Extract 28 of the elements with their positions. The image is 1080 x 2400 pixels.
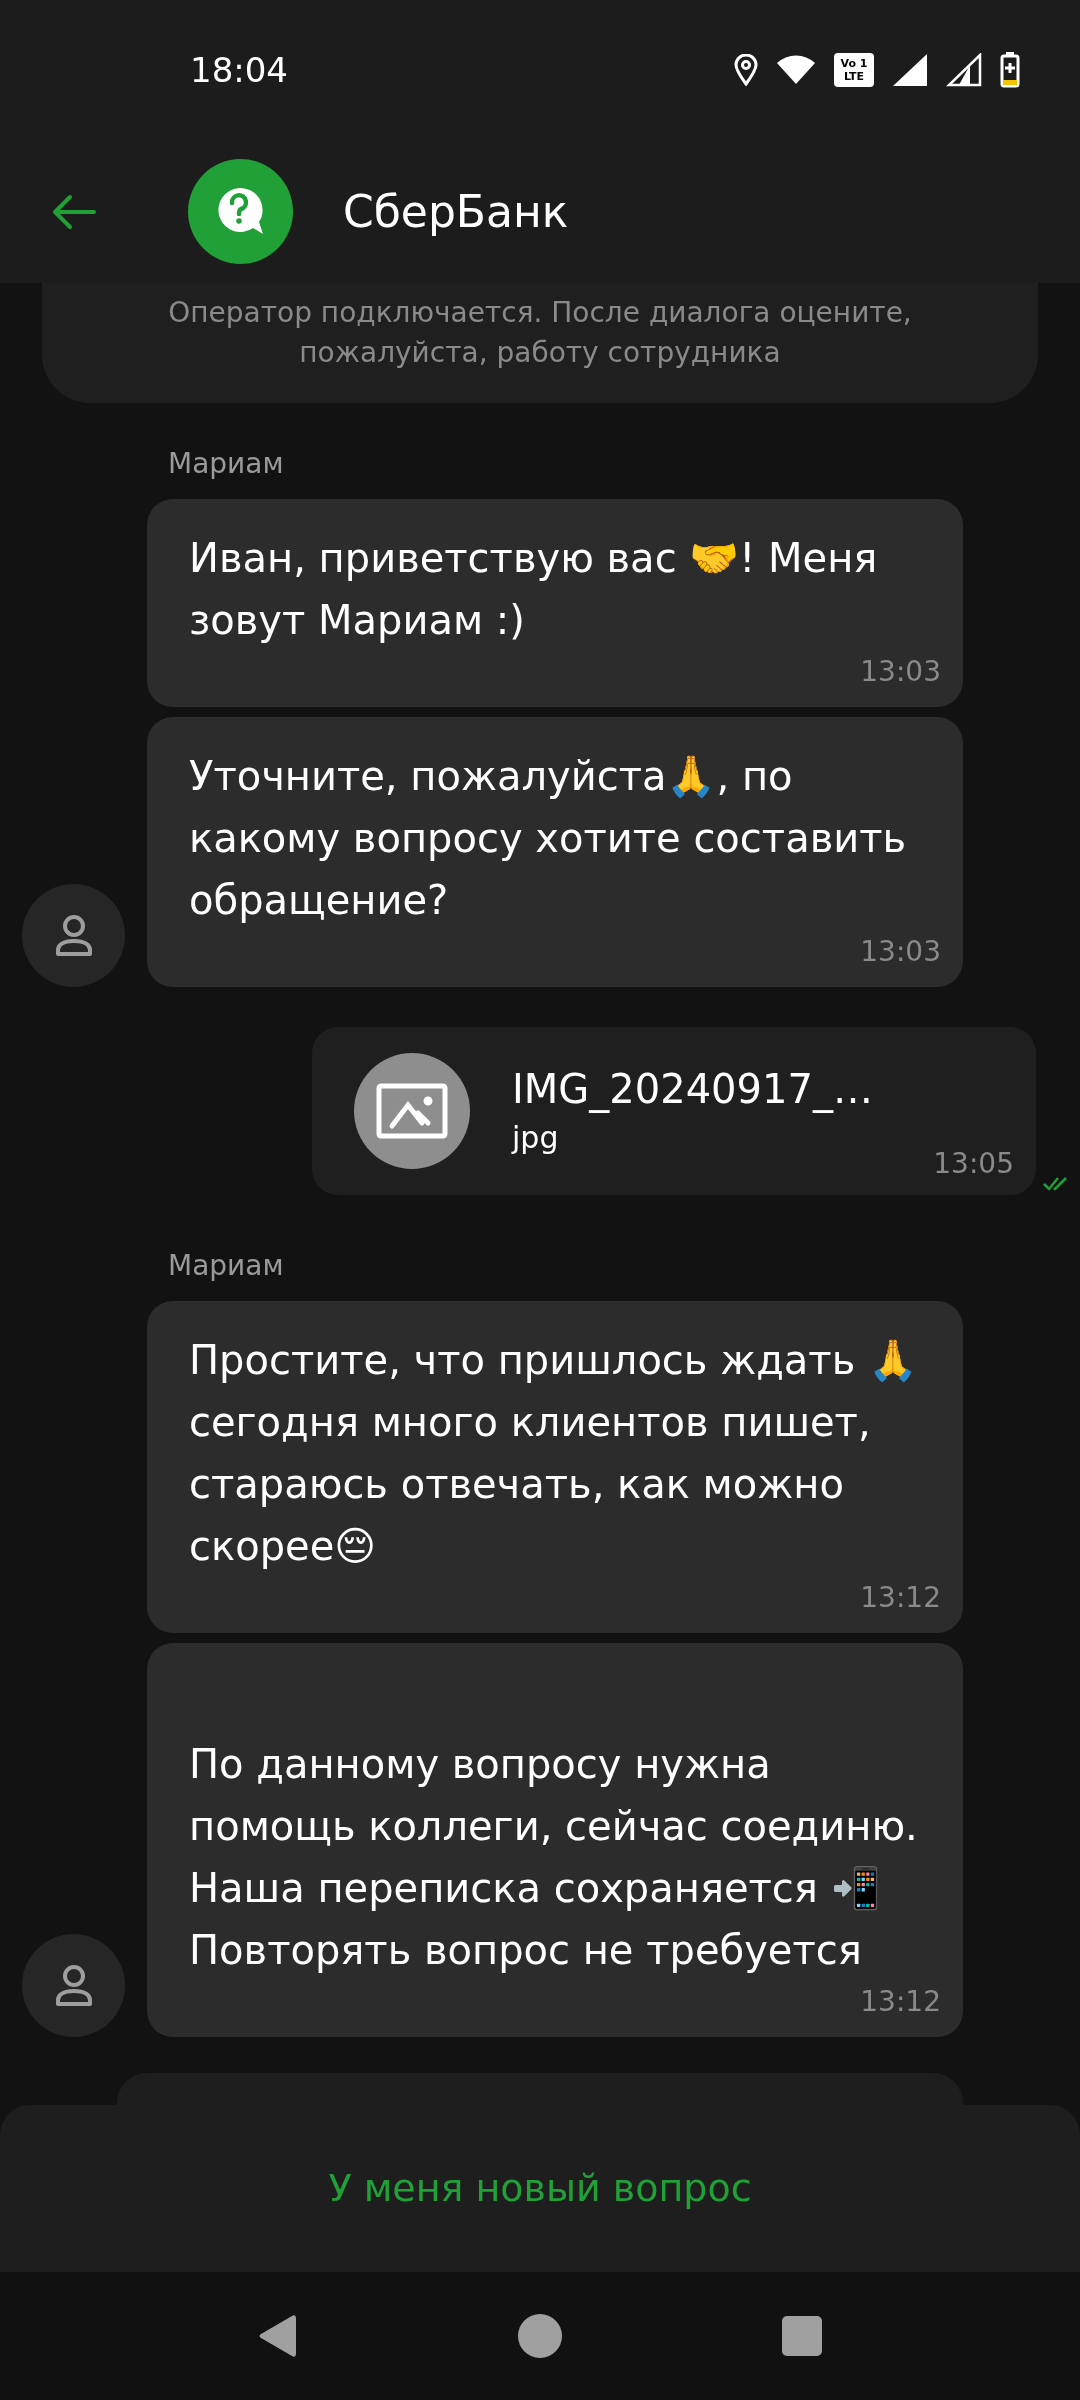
message-time: 13:03: [860, 934, 941, 970]
location-icon: [734, 54, 758, 86]
signal-icon: [892, 53, 928, 87]
new-question-button[interactable]: У меня новый вопрос: [308, 2150, 772, 2227]
wifi-icon: [776, 55, 816, 85]
message-time: 13:05: [933, 1146, 1014, 1182]
sender-name: Мариам: [168, 1248, 285, 1284]
file-name: IMG_20240917_…: [512, 1064, 874, 1115]
person-icon: [53, 913, 94, 958]
message-time: 13:03: [860, 654, 941, 690]
message-text: По данному вопросу нужна помощь коллеги, сейчас соединю. Наша переписка сохраняется 📲 Повторять вопрос не требуется: [189, 1740, 919, 1975]
home-nav-icon[interactable]: [518, 2314, 562, 2358]
system-message: Оператор подключается. После диалога оцените, пожалуйста, работу сотрудника: [167, 295, 913, 371]
signal-icon: [946, 53, 982, 87]
message-time: 13:12: [860, 1984, 941, 2020]
battery-icon: [1000, 52, 1020, 88]
message-time: 13:12: [860, 1580, 941, 1616]
volte-badge: Vo 1 LTE: [834, 53, 874, 87]
status-time: 18:04: [190, 48, 288, 92]
file-extension: jpg: [512, 1118, 560, 1157]
file-message[interactable]: IMG_20240917_… jpg 13:05: [312, 1027, 1036, 1195]
chat-title: СберБанк: [343, 184, 569, 239]
message-text: Иван, приветствую вас 🤝! Меня зовут Мариам :): [189, 534, 879, 645]
sender-name: Мариам: [168, 446, 285, 482]
person-icon: [53, 1963, 94, 2008]
message-text: Уточните, пожалуйста🙏, по какому вопросу хотите составить обращение?: [189, 752, 908, 925]
message-text: Простите, что пришлось ждать 🙏 сегодня много клиентов пишет, стараюсь отвечать, как можно скорее😔: [189, 1336, 919, 1571]
back-nav-icon[interactable]: [258, 2314, 298, 2358]
